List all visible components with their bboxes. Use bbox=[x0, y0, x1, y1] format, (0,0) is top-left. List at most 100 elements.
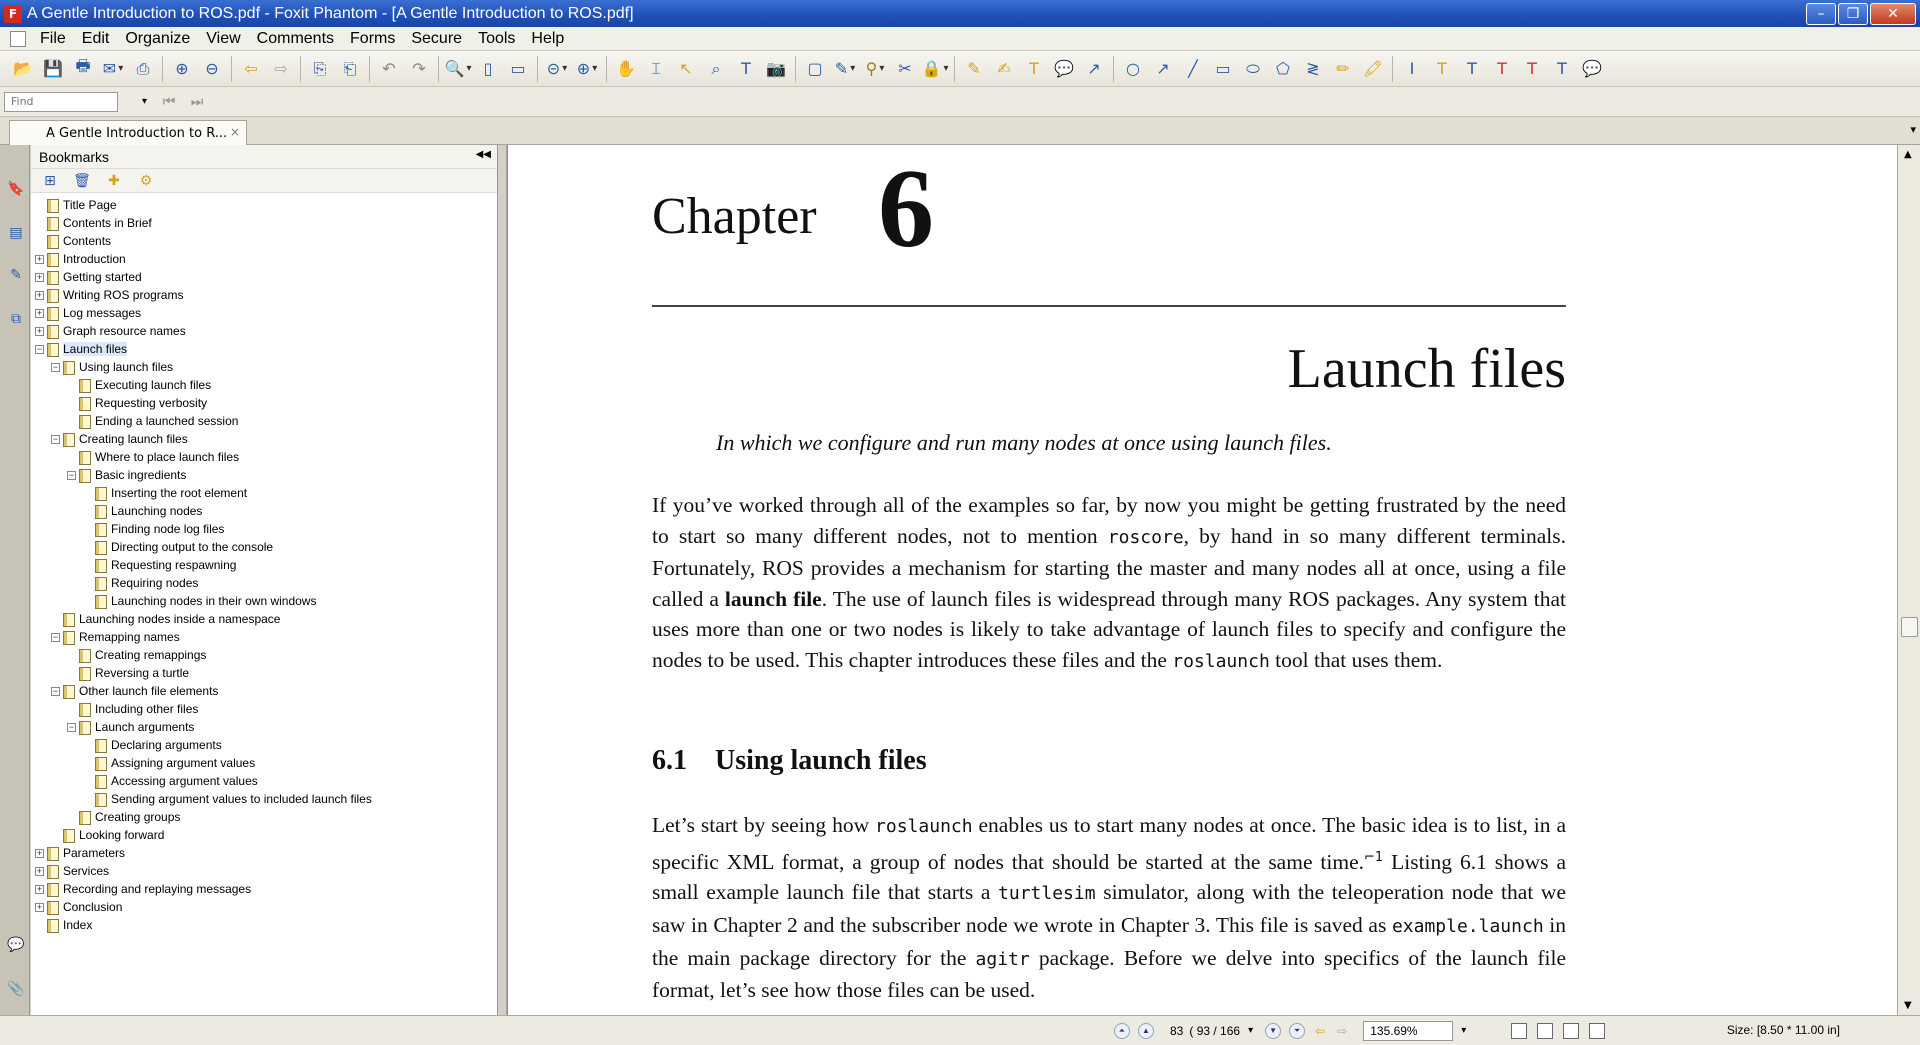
bookmark-item[interactable]: Inserting the root element bbox=[31, 485, 497, 503]
bookmark-item[interactable]: Including other files bbox=[31, 701, 497, 719]
collapse-icon[interactable]: − bbox=[51, 363, 60, 372]
bookmark-item[interactable]: + Services bbox=[31, 863, 497, 881]
lock-icon[interactable]: 🔒 bbox=[922, 57, 947, 81]
expand-icon[interactable]: + bbox=[35, 273, 44, 282]
bookmark-item[interactable]: Creating groups bbox=[31, 809, 497, 827]
new-bookmark-icon[interactable]: ✚ bbox=[105, 172, 123, 190]
bookmark-item[interactable]: Looking forward bbox=[31, 827, 497, 845]
fit-page-icon[interactable]: ▯ bbox=[476, 57, 500, 81]
email-icon[interactable]: ✉ bbox=[101, 57, 125, 81]
bookmark-item[interactable]: + Writing ROS programs bbox=[31, 287, 497, 305]
maximize-button[interactable]: ❐ bbox=[1838, 2, 1868, 25]
bookmark-item[interactable]: − Launch files bbox=[31, 341, 497, 359]
arrow-icon[interactable]: ↗ bbox=[1082, 57, 1106, 81]
collapse-icon[interactable]: − bbox=[67, 723, 76, 732]
scroll-down-icon[interactable]: ⊖ bbox=[200, 57, 224, 81]
pages-panel-icon[interactable]: ▤ bbox=[7, 223, 25, 243]
back-view-icon[interactable]: ⇦ bbox=[1315, 1024, 1325, 1038]
zigzag-icon[interactable]: ≷ bbox=[1301, 57, 1325, 81]
footnote-marker[interactable]: ⌐1 bbox=[1364, 850, 1383, 865]
bookmark-item[interactable]: Requesting verbosity bbox=[31, 395, 497, 413]
callout-icon[interactable]: 💬 bbox=[1052, 57, 1076, 81]
print-icon[interactable]: 🖶 bbox=[71, 56, 95, 81]
collapse-panel-icon[interactable]: ◀◀ bbox=[476, 149, 491, 160]
menu-help[interactable]: Help bbox=[523, 30, 572, 48]
first-page-icon[interactable]: ⏶ bbox=[1114, 1022, 1130, 1039]
highlight-icon[interactable]: ✍ bbox=[992, 57, 1016, 81]
replace-icon[interactable]: T bbox=[1520, 57, 1544, 81]
zoom-icon[interactable]: 🔍 bbox=[445, 57, 470, 81]
squiggly-icon[interactable]: T bbox=[1460, 57, 1484, 81]
menu-comments[interactable]: Comments bbox=[249, 30, 342, 48]
bookmark-item[interactable]: Creating remappings bbox=[31, 647, 497, 665]
comment-icon[interactable]: 💬 bbox=[1580, 57, 1604, 81]
bookmark-item[interactable]: Index bbox=[31, 917, 497, 935]
bookmark-item[interactable]: Executing launch files bbox=[31, 377, 497, 395]
bookmark-item[interactable]: + Introduction bbox=[31, 251, 497, 269]
forward-view-icon[interactable]: ⇨ bbox=[1337, 1024, 1347, 1038]
bookmark-item[interactable]: + Conclusion bbox=[31, 899, 497, 917]
bookmark-item[interactable]: + Parameters bbox=[31, 845, 497, 863]
bookmarks-panel-icon[interactable]: 🔖 bbox=[7, 179, 25, 199]
vertical-scrollbar[interactable]: ▲ ▼ bbox=[1897, 145, 1920, 1015]
form-icon[interactable]: ▢ bbox=[803, 57, 827, 81]
bookmark-item[interactable]: Declaring arguments bbox=[31, 737, 497, 755]
bookmark-item[interactable]: Reversing a turtle bbox=[31, 665, 497, 683]
expand-bookmark-icon[interactable]: ⊞ bbox=[41, 172, 59, 190]
pencil-icon[interactable]: ✏ bbox=[1331, 57, 1355, 81]
expand-icon[interactable]: + bbox=[35, 327, 44, 336]
single-page-view-icon[interactable] bbox=[1511, 1022, 1528, 1039]
edit-icon[interactable]: ✎ bbox=[833, 57, 857, 81]
hand-icon[interactable]: ✋ bbox=[614, 57, 638, 81]
menu-file[interactable]: File bbox=[32, 30, 74, 48]
bookmark-item[interactable]: Launching nodes in their own windows bbox=[31, 593, 497, 611]
facing-view-icon[interactable] bbox=[1563, 1022, 1580, 1039]
expand-icon[interactable]: + bbox=[35, 885, 44, 894]
insert-page-icon[interactable]: ⎘ bbox=[308, 57, 332, 81]
stamp-icon[interactable]: ⚲ bbox=[863, 57, 887, 81]
bookmark-item[interactable]: Ending a launched session bbox=[31, 413, 497, 431]
back-icon[interactable]: ⇦ bbox=[239, 57, 263, 81]
redo-icon[interactable]: ↷ bbox=[407, 57, 431, 81]
last-page-icon[interactable]: ⏷ bbox=[1289, 1022, 1306, 1039]
bookmark-item[interactable]: Launching nodes inside a namespace bbox=[31, 611, 497, 629]
zoom-in-icon[interactable]: ⊕ bbox=[575, 57, 599, 81]
scroll-down-arrow-icon[interactable]: ▼ bbox=[1904, 1000, 1912, 1011]
bookmark-item[interactable]: + Log messages bbox=[31, 305, 497, 323]
line-icon[interactable]: ╱ bbox=[1181, 57, 1205, 81]
circle-icon[interactable]: ○ bbox=[1121, 57, 1145, 81]
extract-page-icon[interactable]: ⎗ bbox=[338, 57, 362, 81]
note-icon[interactable]: ✎ bbox=[962, 57, 986, 81]
zoom-dropdown[interactable]: ▾ bbox=[1461, 1025, 1466, 1036]
find-input[interactable] bbox=[4, 91, 118, 112]
comments-panel-icon[interactable]: 💬 bbox=[7, 935, 25, 955]
attach-icon[interactable]: ✂ bbox=[893, 57, 917, 81]
bookmark-properties-icon[interactable]: ⚙ bbox=[137, 172, 155, 190]
find-next-icon[interactable]: ⏭ bbox=[187, 92, 207, 112]
scroll-up-icon[interactable]: ⊕ bbox=[170, 57, 194, 81]
collapse-icon[interactable]: − bbox=[67, 471, 76, 480]
underline-icon[interactable]: T bbox=[1430, 57, 1454, 81]
textbox-icon[interactable]: T bbox=[1022, 57, 1046, 81]
layers-panel-icon[interactable]: ✎ bbox=[7, 265, 25, 285]
expand-icon[interactable]: + bbox=[35, 849, 44, 858]
tab-close-icon[interactable]: × bbox=[230, 125, 240, 139]
scan-icon[interactable]: ⎙ bbox=[131, 57, 155, 81]
bookmark-item[interactable]: Assigning argument values bbox=[31, 755, 497, 773]
zoom-out-icon[interactable]: ⊝ bbox=[545, 57, 569, 81]
document-view[interactable]: Chapter 6 Launch files In which we confi… bbox=[507, 145, 1897, 1015]
collapse-icon[interactable]: − bbox=[51, 435, 60, 444]
save-icon[interactable]: 💾 bbox=[41, 57, 65, 81]
zoom-level-field[interactable]: 135.69% bbox=[1363, 1020, 1454, 1041]
forward-icon[interactable]: ⇨ bbox=[269, 57, 293, 81]
previous-page-icon[interactable]: ▲ bbox=[1138, 1022, 1154, 1039]
continuous-view-icon[interactable] bbox=[1537, 1022, 1554, 1039]
bookmark-item[interactable]: − Basic ingredients bbox=[31, 467, 497, 485]
bookmark-item[interactable]: + Getting started bbox=[31, 269, 497, 287]
menu-tools[interactable]: Tools bbox=[470, 30, 523, 48]
expand-icon[interactable]: + bbox=[35, 255, 44, 264]
expand-icon[interactable]: + bbox=[35, 291, 44, 300]
polygon-icon[interactable]: ⬠ bbox=[1271, 57, 1295, 81]
bookmark-item[interactable]: − Remapping names bbox=[31, 629, 497, 647]
foxit-app-icon[interactable]: F bbox=[4, 4, 22, 23]
